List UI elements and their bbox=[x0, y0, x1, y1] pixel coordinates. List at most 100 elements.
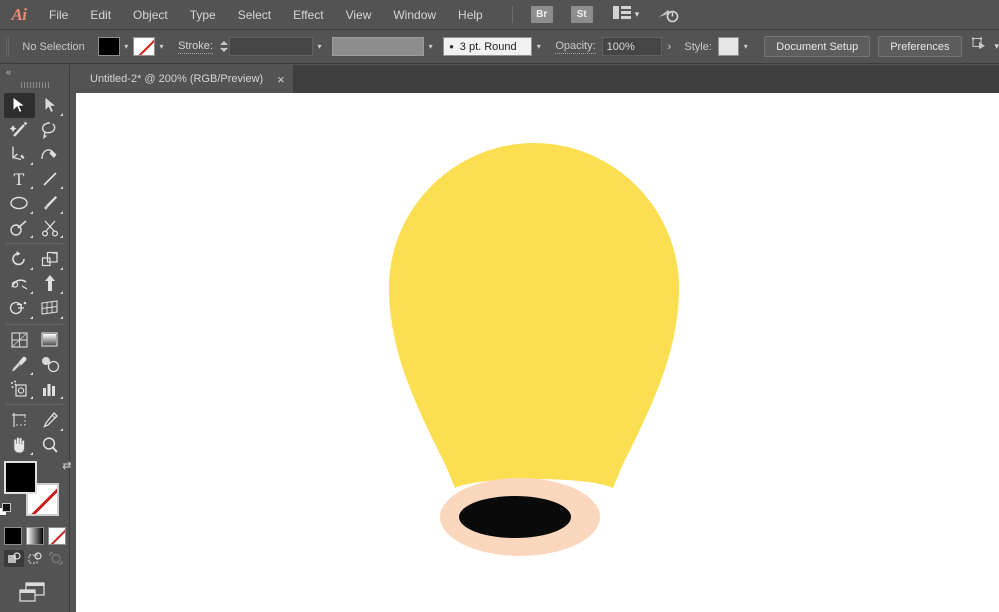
tool-scale[interactable] bbox=[35, 247, 66, 272]
tool-free-transform[interactable] bbox=[35, 272, 66, 297]
flyout-indicator-icon bbox=[60, 266, 63, 270]
tool-hand[interactable] bbox=[4, 433, 35, 458]
menu-item-window[interactable]: Window bbox=[382, 0, 447, 30]
tool-scissors[interactable] bbox=[35, 216, 66, 241]
draw-normal-mode-button[interactable] bbox=[3, 550, 24, 567]
opacity-options-icon[interactable]: › bbox=[662, 37, 676, 56]
tool-selection[interactable] bbox=[4, 93, 35, 118]
menu-item-file[interactable]: File bbox=[38, 0, 79, 30]
document-setup-button[interactable]: Document Setup bbox=[764, 36, 871, 57]
workspace-switcher[interactable]: ▾ bbox=[612, 5, 640, 24]
bulb-glass-body[interactable] bbox=[389, 143, 679, 488]
search-help-icon[interactable] bbox=[657, 6, 679, 24]
light-bulb-illustration[interactable] bbox=[76, 93, 999, 612]
stroke-weight-label[interactable]: Stroke: bbox=[178, 40, 213, 54]
tool-column-graph[interactable] bbox=[35, 377, 66, 402]
bulb-base-contact[interactable] bbox=[459, 496, 571, 538]
style-label: Style: bbox=[684, 40, 712, 53]
tool-eyedropper[interactable] bbox=[4, 352, 35, 377]
align-objects-control[interactable]: ▾ bbox=[971, 37, 999, 57]
tool-symbol-sprayer[interactable] bbox=[4, 377, 35, 402]
tool-shape-builder[interactable] bbox=[4, 296, 35, 321]
tool-zoom[interactable] bbox=[35, 433, 66, 458]
tool-artboard[interactable] bbox=[4, 408, 35, 433]
selection-status-label: No Selection bbox=[22, 40, 85, 53]
tool-shaper[interactable] bbox=[4, 216, 35, 241]
menu-item-object[interactable]: Object bbox=[122, 0, 179, 30]
variable-width-dropdown-icon[interactable]: ▾ bbox=[424, 37, 437, 56]
flyout-indicator-icon bbox=[29, 186, 33, 189]
change-screen-mode-icon bbox=[18, 581, 52, 605]
control-bar-grip[interactable] bbox=[6, 36, 11, 57]
tool-slice[interactable] bbox=[35, 408, 66, 433]
menu-item-help[interactable]: Help bbox=[447, 0, 494, 30]
flyout-indicator-icon bbox=[60, 235, 63, 238]
tool-rotate[interactable] bbox=[4, 247, 35, 272]
stroke-color-swatch[interactable] bbox=[132, 37, 155, 56]
preferences-button[interactable]: Preferences bbox=[878, 36, 962, 57]
chevron-down-icon: ▾ bbox=[634, 9, 640, 19]
flyout-indicator-icon bbox=[60, 315, 63, 319]
variable-width-profile-field[interactable] bbox=[332, 37, 425, 56]
brush-definition-dropdown-icon[interactable]: ▾ bbox=[532, 37, 545, 56]
fill-color-control[interactable] bbox=[3, 461, 37, 494]
tool-lasso[interactable] bbox=[35, 118, 66, 143]
close-icon[interactable]: × bbox=[277, 73, 285, 86]
flyout-indicator-icon bbox=[60, 427, 63, 431]
flyout-indicator-icon bbox=[29, 266, 33, 270]
flyout-indicator-icon bbox=[29, 452, 33, 455]
menu-item-type[interactable]: Type bbox=[179, 0, 227, 30]
tool-paintbrush[interactable] bbox=[35, 191, 66, 216]
flyout-indicator-icon bbox=[29, 396, 33, 399]
tool-type[interactable]: T bbox=[4, 167, 35, 192]
document-tab-title: Untitled-2* @ 200% (RGB/Preview) bbox=[90, 73, 264, 85]
tool-ellipse[interactable] bbox=[4, 191, 35, 216]
tools-panel-grip[interactable] bbox=[0, 79, 69, 91]
tool-magic-wand[interactable] bbox=[4, 118, 35, 143]
flyout-indicator-icon bbox=[29, 315, 33, 319]
menu-bar: Ai File Edit Object Type Select Effect V… bbox=[0, 0, 999, 30]
opacity-input[interactable]: 100% bbox=[601, 37, 663, 56]
color-mode-button[interactable] bbox=[3, 527, 22, 545]
none-mode-button[interactable] bbox=[47, 527, 66, 545]
document-canvas[interactable] bbox=[76, 93, 999, 612]
tool-width[interactable] bbox=[4, 272, 35, 297]
screen-mode-control[interactable] bbox=[0, 581, 69, 605]
default-fill-stroke-icon[interactable] bbox=[0, 503, 12, 517]
draw-inside-mode-button[interactable] bbox=[46, 550, 66, 567]
tool-pen[interactable] bbox=[4, 142, 35, 167]
tools-panel: « T ⇄ bbox=[0, 65, 72, 612]
menu-item-view[interactable]: View bbox=[335, 0, 383, 30]
tool-mesh[interactable] bbox=[4, 328, 35, 353]
brush-definition-field[interactable]: • 3 pt. Round bbox=[443, 37, 533, 56]
tool-line-segment[interactable] bbox=[35, 167, 66, 192]
stroke-weight-input[interactable] bbox=[228, 37, 313, 56]
gradient-mode-button[interactable] bbox=[25, 527, 44, 545]
flyout-indicator-icon bbox=[29, 161, 33, 165]
opacity-label[interactable]: Opacity: bbox=[555, 40, 596, 54]
stroke-weight-dropdown-icon[interactable]: ▾ bbox=[313, 37, 326, 56]
fill-dropdown-icon[interactable]: ▾ bbox=[120, 37, 133, 56]
stroke-weight-stepper[interactable] bbox=[219, 37, 229, 56]
menu-item-effect[interactable]: Effect bbox=[282, 0, 334, 30]
tools-panel-collapse-button[interactable]: « bbox=[0, 65, 69, 79]
tools-divider bbox=[6, 243, 63, 244]
stock-button[interactable]: St bbox=[570, 6, 593, 23]
tool-direct-selection[interactable] bbox=[35, 93, 66, 118]
menu-item-edit[interactable]: Edit bbox=[79, 0, 122, 30]
tool-gradient[interactable] bbox=[35, 328, 66, 353]
document-tab[interactable]: Untitled-2* @ 200% (RGB/Preview) × bbox=[76, 65, 294, 93]
app-logo: Ai bbox=[11, 4, 27, 24]
tool-perspective-grid[interactable] bbox=[35, 296, 66, 321]
stroke-dropdown-icon[interactable]: ▾ bbox=[155, 37, 168, 56]
tool-curvature[interactable] bbox=[35, 142, 66, 167]
bridge-button[interactable]: Br bbox=[530, 6, 553, 23]
tool-blend[interactable] bbox=[35, 352, 66, 377]
graphic-style-dropdown-icon[interactable]: ▾ bbox=[739, 37, 752, 56]
menu-item-select[interactable]: Select bbox=[227, 0, 282, 30]
draw-behind-mode-button[interactable] bbox=[25, 550, 45, 567]
graphic-style-swatch[interactable] bbox=[717, 37, 740, 56]
fill-color-swatch[interactable] bbox=[97, 37, 120, 56]
swap-fill-stroke-icon[interactable]: ⇄ bbox=[62, 459, 71, 472]
align-chevron-down-icon: ▾ bbox=[994, 41, 999, 51]
